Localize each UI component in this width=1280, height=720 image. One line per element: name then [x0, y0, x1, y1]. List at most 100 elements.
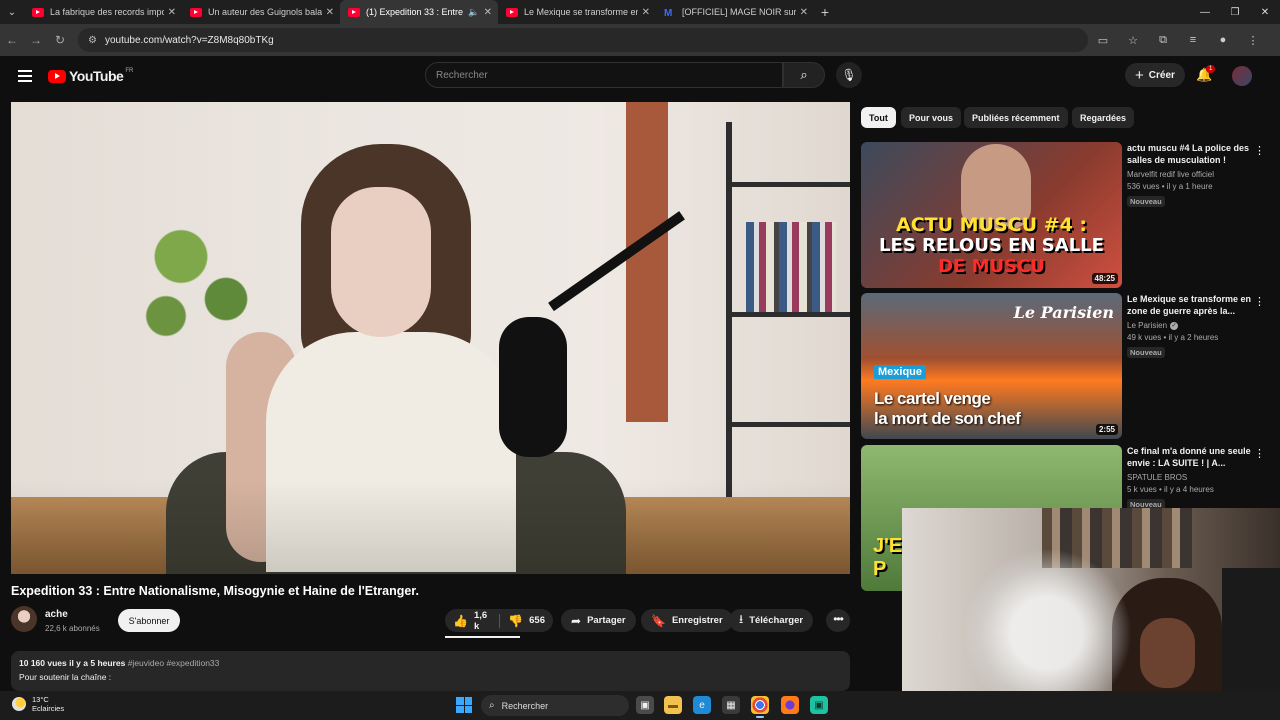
account-avatar[interactable]: [1232, 66, 1252, 86]
close-tab-icon[interactable]: ✕: [642, 7, 650, 18]
verified-check-icon: ✓: [1170, 321, 1179, 330]
speaker-icon[interactable]: 🔈: [468, 7, 479, 18]
recommendation-meta: 536 vues • il y a 1 heure: [1127, 182, 1213, 191]
share-arrow-icon: ➦: [571, 613, 582, 628]
channel-name[interactable]: ache: [45, 609, 68, 620]
recommendation-menu-icon[interactable]: ⋮: [1254, 144, 1265, 157]
hamburger-menu-icon[interactable]: [18, 70, 32, 82]
channel-avatar[interactable]: [11, 606, 37, 632]
close-tab-icon[interactable]: ✕: [800, 7, 808, 18]
video-frame-shade: [11, 102, 850, 574]
windows-start-icon[interactable]: [456, 697, 472, 713]
recommendation-title[interactable]: Ce final m'a donné une seule envie : LA …: [1127, 445, 1252, 469]
browser-tab-active[interactable]: (1) Expedition 33 : Entre Na 🔈 ✕: [340, 0, 498, 24]
hashtags[interactable]: #jeuvideo #expedition33: [128, 658, 220, 668]
reload-icon[interactable]: ↻: [48, 33, 72, 47]
video-duration: 48:25: [1091, 273, 1118, 284]
like-button[interactable]: 👍 1,6 k: [445, 609, 499, 632]
like-ratio-bar: [445, 636, 520, 638]
recommendation-menu-icon[interactable]: ⋮: [1254, 295, 1265, 308]
search-icon: ⌕: [489, 700, 495, 711]
chip-watched[interactable]: Regardées: [1072, 107, 1135, 128]
cast-icon[interactable]: ▭: [1088, 34, 1118, 47]
mage-noir-icon: M: [664, 7, 673, 19]
subscribe-button[interactable]: S'abonner: [118, 609, 180, 632]
description-box[interactable]: 10 160 vues il y a 5 heures #jeuvideo #e…: [11, 651, 850, 691]
close-tab-icon[interactable]: ✕: [484, 7, 492, 18]
youtube-logo[interactable]: YouTube FR: [48, 68, 133, 84]
recommendation-title[interactable]: Le Mexique se transforme en zone de guer…: [1127, 293, 1252, 317]
video-duration: 2:55: [1095, 424, 1118, 435]
download-button[interactable]: ⭳ Télécharger: [729, 609, 814, 632]
recommendation-menu-icon[interactable]: ⋮: [1254, 447, 1265, 460]
forward-arrow-icon[interactable]: →: [24, 33, 48, 47]
browser-tab[interactable]: La fabrique des records imposs ✕: [24, 0, 182, 24]
firefox-icon[interactable]: [781, 696, 799, 714]
recommendation-title[interactable]: actu muscu #4 La police des salles de mu…: [1127, 142, 1252, 166]
recommendation-meta: 49 k vues • il y a 2 heures: [1127, 333, 1219, 342]
back-arrow-icon[interactable]: ←: [0, 33, 24, 47]
views-and-date: 10 160 vues il y a 5 heures: [19, 658, 126, 668]
video-title: Expedition 33 : Entre Nationalisme, Miso…: [11, 584, 419, 598]
bookmark-star-icon[interactable]: ☆: [1118, 34, 1148, 47]
store-icon[interactable]: ▦: [722, 696, 740, 714]
create-button[interactable]: + Créer: [1125, 63, 1185, 87]
thumbs-up-icon: 👍: [453, 613, 468, 628]
profile-icon[interactable]: ●: [1208, 34, 1238, 46]
browser-tab[interactable]: M [OFFICIEL] MAGE NOIR sur le fi ✕: [656, 0, 814, 24]
close-tab-icon[interactable]: ✕: [326, 7, 334, 18]
site-info-icon[interactable]: ⚙: [88, 35, 97, 46]
chip-all[interactable]: Tout: [861, 107, 896, 128]
thumbnail-text: P: [873, 558, 887, 580]
browser-menu-icon[interactable]: ⋮: [1238, 34, 1268, 47]
thumbnail-brand: Le Parisien: [1013, 303, 1114, 322]
extensions-icon[interactable]: ⧉: [1148, 34, 1178, 47]
video-thumbnail[interactable]: Le Parisien Mexique Le cartel venge la m…: [861, 293, 1122, 439]
webcam-overlay: [902, 508, 1280, 720]
browser-tab[interactable]: Un auteur des Guignols balanc ✕: [182, 0, 340, 24]
chrome-icon[interactable]: [751, 696, 769, 718]
more-actions-icon[interactable]: •••: [826, 609, 850, 632]
video-player[interactable]: [11, 102, 850, 574]
recommendation-channel[interactable]: Le Parisien ✓: [1127, 321, 1252, 330]
app-icon[interactable]: ▣: [810, 696, 828, 714]
search-input[interactable]: Rechercher: [425, 62, 783, 88]
recommendation-info: Ce final m'a donné une seule envie : LA …: [1127, 445, 1252, 512]
chip-for-you[interactable]: Pour vous: [901, 107, 962, 128]
close-tab-icon[interactable]: ✕: [168, 7, 176, 18]
url-field[interactable]: ⚙ youtube.com/watch?v=Z8M8q80bTKg: [78, 28, 1088, 52]
address-bar-row: ← → ↻ ⚙ youtube.com/watch?v=Z8M8q80bTKg …: [0, 24, 1280, 56]
partly-sunny-icon: [12, 697, 26, 711]
weather-text: 13°C Eclaircies: [32, 695, 64, 713]
share-button[interactable]: ➦ Partager: [561, 609, 636, 632]
sidebar-icon[interactable]: ≡: [1178, 34, 1208, 46]
video-thumbnail[interactable]: ACTU MUSCU #4 : LES RELOUS EN SALLE DE M…: [861, 142, 1122, 288]
edge-icon[interactable]: e: [693, 696, 711, 714]
thumbnail-text: la mort de son chef: [874, 409, 1021, 428]
thumbnail-headline: Le cartel venge la mort de son chef: [874, 389, 1021, 429]
file-explorer-icon[interactable]: ▬: [664, 696, 682, 714]
chip-recent[interactable]: Publiées récemment: [964, 107, 1068, 128]
recommendation-item[interactable]: Le Parisien Mexique Le cartel venge la m…: [861, 293, 1271, 441]
temperature: 13°C: [32, 695, 49, 704]
subscriber-count: 22,6 k abonnés: [45, 624, 100, 633]
browser-tab[interactable]: Le Mexique se transforme en z ✕: [498, 0, 656, 24]
minimize-icon[interactable]: —: [1190, 7, 1220, 18]
microphone-icon[interactable]: 🎙: [836, 62, 862, 88]
weather-widget[interactable]: 13°C Eclaircies: [12, 695, 64, 713]
like-count: 1,6 k: [473, 609, 488, 632]
close-window-icon[interactable]: ✕: [1250, 7, 1280, 18]
search-icon[interactable]: ⌕: [783, 62, 825, 88]
recommendation-info: Le Mexique se transforme en zone de guer…: [1127, 293, 1252, 360]
save-button[interactable]: 🔖 Enregistrer: [641, 609, 733, 632]
taskbar-search[interactable]: ⌕ Rechercher: [481, 695, 629, 716]
maximize-icon[interactable]: ❐: [1220, 7, 1250, 18]
recommendation-item[interactable]: ACTU MUSCU #4 : LES RELOUS EN SALLE DE M…: [861, 142, 1271, 290]
url-text: youtube.com/watch?v=Z8M8q80bTKg: [104, 34, 274, 46]
task-view-icon[interactable]: ▣: [636, 696, 654, 714]
recommendation-channel[interactable]: SPATULE BROS: [1127, 473, 1252, 482]
recommendation-channel[interactable]: Marvelfit redif live officiel: [1127, 170, 1252, 179]
tab-list-chevron-icon[interactable]: ⌄: [0, 0, 24, 24]
new-tab-plus-icon[interactable]: +: [814, 4, 836, 20]
dislike-button[interactable]: 👎 656: [500, 609, 553, 632]
